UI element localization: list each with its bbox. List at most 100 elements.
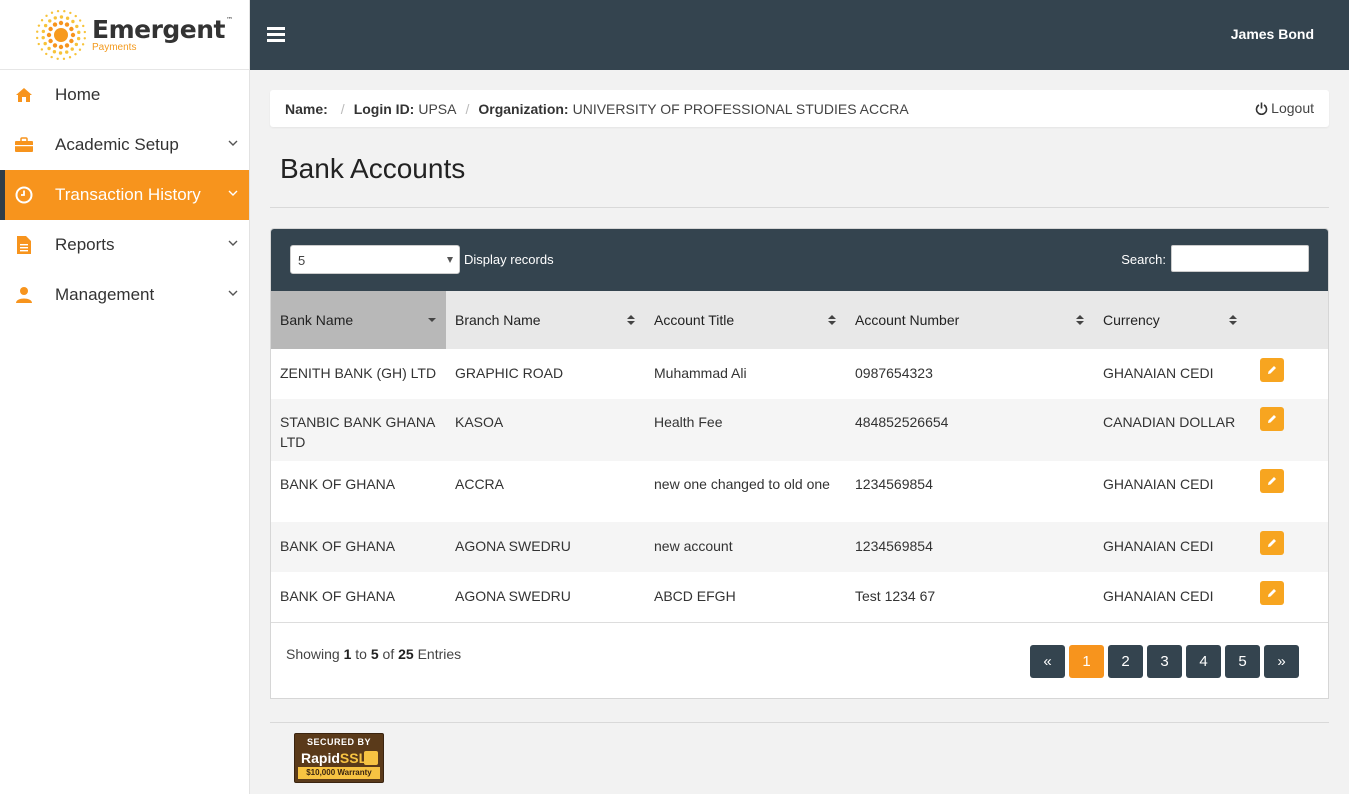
search-label: Search:	[1121, 252, 1166, 267]
cell-branch-name: AGONA SWEDRU	[455, 538, 571, 554]
cell-account-title: new account	[654, 538, 733, 554]
table-header-row: Bank Name Branch Name Account Title Acco…	[271, 291, 1328, 349]
page-button-4[interactable]: 4	[1186, 645, 1221, 678]
page-button-5[interactable]: 5	[1225, 645, 1260, 678]
sort-desc-icon	[428, 318, 436, 322]
table-row: BANK OF GHANA AGONA SWEDRU ABCD EFGH Tes…	[271, 572, 1328, 622]
pencil-icon	[1268, 477, 1276, 485]
cell-bank-name: BANK OF GHANA	[280, 476, 396, 492]
breadcrumb-separator: /	[465, 100, 470, 117]
edit-button[interactable]	[1260, 469, 1284, 493]
brand-logo[interactable]: Emergent™ Payments	[0, 0, 249, 70]
breadcrumb: Name: / Login ID: UPSA / Organization: U…	[270, 90, 1329, 127]
edit-button[interactable]	[1260, 531, 1284, 555]
top-bar: James Bond	[250, 0, 1349, 70]
sidebar-item-label: Management	[55, 285, 155, 304]
pencil-icon	[1268, 415, 1276, 423]
cell-bank-name: STANBIC BANK GHANA LTD	[280, 414, 435, 450]
last-page-button[interactable]: »	[1264, 645, 1299, 678]
cell-account-number: Test 1234 67	[855, 588, 936, 604]
user-name[interactable]: James Bond	[1231, 26, 1314, 42]
page-button-2[interactable]: 2	[1108, 645, 1143, 678]
cell-actions	[1247, 572, 1328, 622]
sidebar-item-management[interactable]: Management	[0, 270, 249, 320]
chevron-down-icon	[228, 240, 238, 246]
login-id-value: UPSA	[418, 100, 457, 117]
sort-icon	[828, 315, 836, 325]
cell-currency: GHANAIAN CEDI	[1103, 476, 1214, 492]
menu-toggle-icon[interactable]	[267, 27, 285, 42]
cell-branch-name: ACCRA	[455, 476, 505, 492]
clock-icon	[12, 183, 36, 207]
column-header-currency[interactable]: Currency	[1094, 291, 1247, 349]
cell-account-number: 1234569854	[855, 538, 933, 554]
pencil-icon	[1268, 366, 1276, 374]
briefcase-icon	[12, 133, 36, 157]
cell-currency: GHANAIAN CEDI	[1103, 588, 1214, 604]
column-header-branch-name[interactable]: Branch Name	[446, 291, 645, 349]
padlock-icon	[364, 751, 378, 765]
sun-logo-icon	[35, 9, 87, 60]
cell-actions	[1247, 399, 1328, 461]
edit-button[interactable]	[1260, 581, 1284, 605]
table-row: BANK OF GHANA AGONA SWEDRU new account 1…	[271, 522, 1328, 572]
cell-account-title: Health Fee	[654, 414, 723, 430]
page-size-select[interactable]: 5	[290, 245, 460, 274]
ssl-warranty: $10,000 Warranty	[298, 767, 380, 779]
cell-bank-name: ZENITH BANK (GH) LTD	[280, 365, 437, 381]
sidebar-item-transaction-history[interactable]: Transaction History	[0, 170, 249, 220]
cell-actions	[1247, 522, 1328, 572]
sidebar-item-reports[interactable]: Reports	[0, 220, 249, 270]
pencil-icon	[1268, 589, 1276, 597]
organization-label: Organization:	[478, 100, 569, 117]
sort-icon	[1229, 315, 1237, 325]
logout-link[interactable]: Logout	[1255, 100, 1314, 116]
divider	[270, 722, 1329, 723]
showing-entries: Showing 1 to 5 of 25 Entries	[286, 646, 462, 662]
sidebar-item-academic-setup[interactable]: Academic Setup	[0, 120, 249, 170]
column-header-account-title[interactable]: Account Title	[645, 291, 846, 349]
cell-branch-name: AGONA SWEDRU	[455, 588, 571, 604]
sidebar: Emergent™ Payments Home Academic Setup T…	[0, 0, 250, 794]
cell-account-number: 0987654323	[855, 365, 933, 381]
bank-accounts-table: Bank Name Branch Name Account Title Acco…	[271, 291, 1328, 622]
edit-button[interactable]	[1260, 358, 1284, 382]
chevron-down-icon	[228, 190, 238, 196]
brand-sub: Payments	[92, 41, 137, 53]
cell-account-number: 1234569854	[855, 476, 933, 492]
chevron-down-icon	[228, 290, 238, 296]
cell-currency: GHANAIAN CEDI	[1103, 538, 1214, 554]
first-page-button[interactable]: «	[1030, 645, 1065, 678]
column-header-actions	[1247, 291, 1328, 349]
table-row: STANBIC BANK GHANA LTD KASOA Health Fee …	[271, 399, 1328, 461]
file-text-icon	[12, 233, 36, 257]
logout-label: Logout	[1271, 100, 1314, 116]
edit-button[interactable]	[1260, 407, 1284, 431]
page-button-3[interactable]: 3	[1147, 645, 1182, 678]
cell-account-number: 484852526654	[855, 414, 949, 430]
home-icon	[12, 83, 36, 107]
sidebar-item-home[interactable]: Home	[0, 70, 249, 120]
name-label: Name:	[285, 100, 328, 117]
sidebar-item-label: Home	[55, 85, 101, 104]
column-header-bank-name[interactable]: Bank Name	[271, 291, 446, 349]
page-title: Bank Accounts	[280, 153, 466, 184]
sidebar-item-label: Transaction History	[55, 185, 201, 204]
pagination: « 1 2 3 4 5 »	[1030, 645, 1303, 678]
rapidssl-seal[interactable]: SECURED BY RapidSSL. $10,000 Warranty	[294, 733, 384, 783]
sidebar-item-label: Academic Setup	[55, 135, 179, 154]
column-header-account-number[interactable]: Account Number	[846, 291, 1094, 349]
login-id-label: Login ID:	[353, 100, 415, 117]
table-row: BANK OF GHANA ACCRA new one changed to o…	[271, 461, 1328, 522]
caret-down-icon	[447, 257, 453, 263]
cell-bank-name: BANK OF GHANA	[280, 588, 396, 604]
cell-currency: GHANAIAN CEDI	[1103, 365, 1214, 381]
ssl-brand: RapidSSL.	[301, 750, 372, 766]
cell-bank-name: BANK OF GHANA	[280, 538, 396, 554]
cell-account-title: ABCD EFGH	[654, 588, 736, 604]
search-input[interactable]	[1171, 245, 1309, 272]
cell-branch-name: GRAPHIC ROAD	[455, 365, 564, 381]
page-button-1[interactable]: 1	[1069, 645, 1104, 678]
divider	[270, 207, 1329, 208]
user-icon	[12, 283, 36, 307]
